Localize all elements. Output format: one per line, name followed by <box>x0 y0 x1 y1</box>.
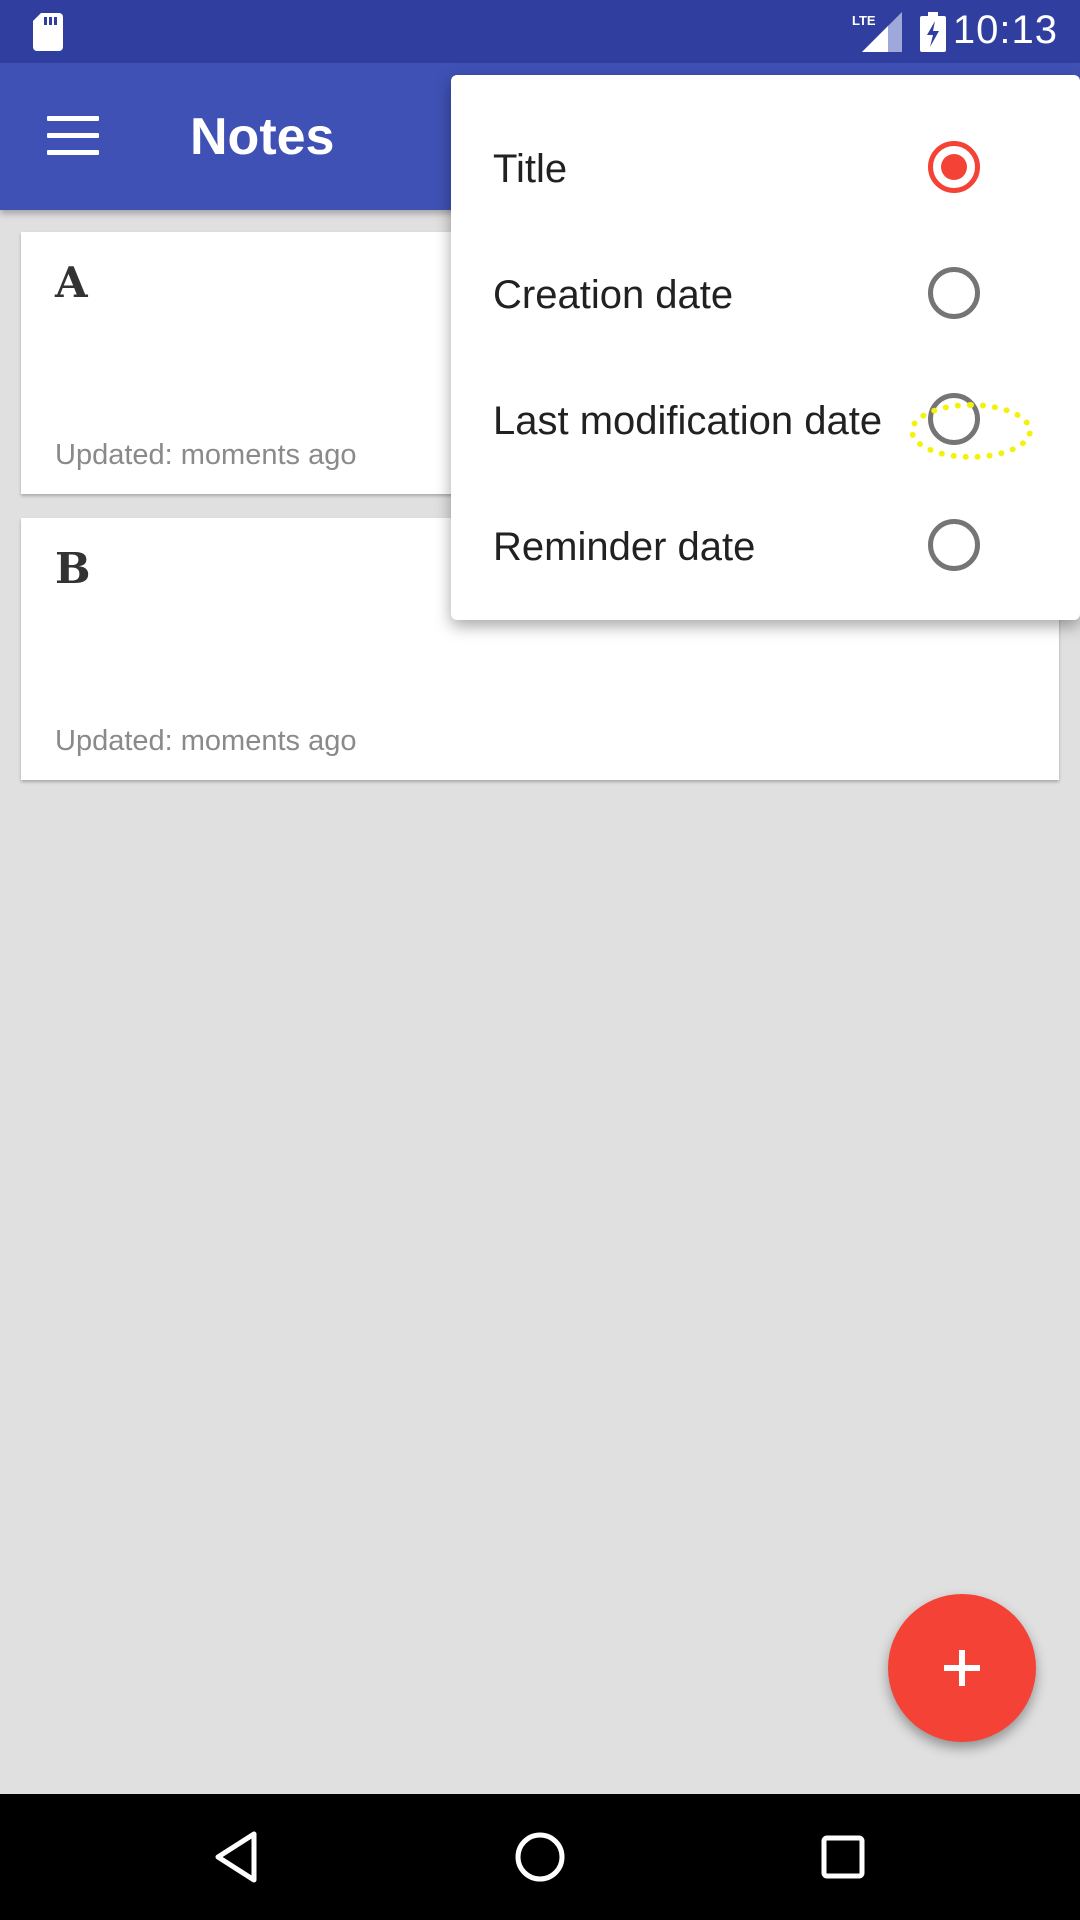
lte-signal-icon: LTE <box>852 12 902 52</box>
sd-card-icon <box>33 13 63 51</box>
navigation-bar <box>0 1794 1080 1920</box>
sort-option-label: Reminder date <box>493 525 756 569</box>
note-updated-text: Updated: moments ago <box>55 725 357 757</box>
radio-button-selected[interactable] <box>928 141 980 193</box>
sort-option-title[interactable]: Title <box>451 107 1080 233</box>
note-updated-text: Updated: moments ago <box>55 439 357 471</box>
sort-option-last-modification-date[interactable]: Last modification date <box>451 359 1080 485</box>
status-clock: 10:13 <box>952 8 1058 52</box>
sort-options-menu: Title Creation date Last modification da… <box>451 75 1080 620</box>
battery-charging-icon <box>920 12 946 52</box>
sort-option-label: Last modification date <box>493 399 883 443</box>
lte-label: LTE <box>852 13 876 28</box>
recents-icon[interactable] <box>810 1824 876 1890</box>
home-icon[interactable] <box>507 1824 573 1890</box>
note-title: A <box>55 258 88 307</box>
radio-button[interactable] <box>928 267 980 319</box>
sort-option-label: Creation date <box>493 273 734 317</box>
sort-option-creation-date[interactable]: Creation date <box>451 233 1080 359</box>
note-title: B <box>55 544 91 593</box>
back-icon[interactable] <box>204 1824 270 1890</box>
status-bar: LTE 10:13 <box>0 0 1080 63</box>
notes-screen: LTE 10:13 Notes A Updated: moments ago B… <box>0 0 1080 1920</box>
sort-option-reminder-date[interactable]: Reminder date <box>451 485 1080 611</box>
radio-button[interactable] <box>928 519 980 571</box>
sort-option-label: Title <box>493 147 568 191</box>
add-note-button[interactable] <box>888 1594 1036 1742</box>
hamburger-menu-icon[interactable] <box>47 116 99 156</box>
app-title: Notes <box>190 108 335 166</box>
radio-button[interactable] <box>928 393 980 445</box>
